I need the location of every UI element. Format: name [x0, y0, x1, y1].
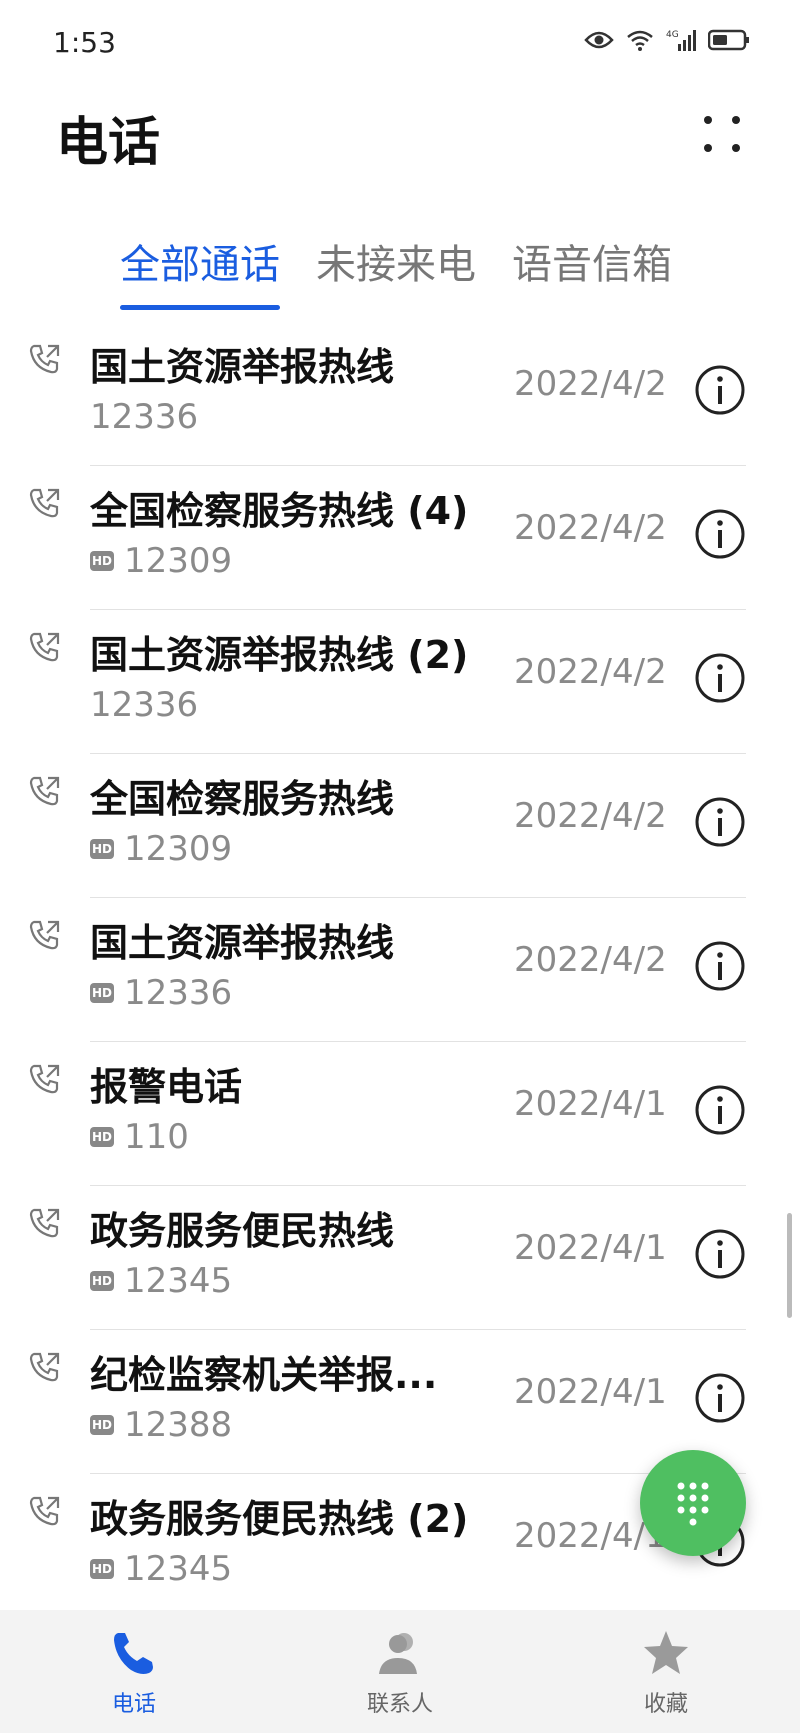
- signal-icon: 4G: [666, 30, 696, 51]
- phone-number: 110: [124, 1117, 189, 1157]
- outgoing-call-icon: [29, 632, 60, 662]
- dialpad-button[interactable]: [640, 1450, 746, 1556]
- nav-item-favorites[interactable]: 收藏: [586, 1628, 746, 1718]
- call-date: 2022/4/2: [514, 364, 667, 404]
- hd-badge-icon: HD: [90, 839, 114, 859]
- phone-icon: [114, 1633, 153, 1674]
- call-log-row[interactable]: 国土资源举报热线 (2) 12336 2022/4/2: [0, 610, 800, 754]
- number-row: HD 12309: [90, 829, 232, 869]
- contact-name: 纪检监察机关举报...: [90, 1353, 438, 1397]
- page-title: 电话: [56, 113, 161, 173]
- number-row: HD 12388: [90, 1405, 232, 1445]
- dialpad-icon: [677, 1482, 709, 1526]
- nav-label-phone: 电话: [111, 1692, 156, 1717]
- outgoing-call-icon: [29, 1496, 60, 1526]
- hd-badge-icon: HD: [90, 551, 114, 571]
- outgoing-call-icon: [29, 1208, 60, 1238]
- contact-name: 报警电话: [90, 1065, 243, 1109]
- phone-number: 12309: [124, 829, 233, 869]
- call-date: 2022/4/1: [514, 1372, 667, 1412]
- contact-name: 政务服务便民热线: [90, 1209, 395, 1253]
- call-log-list: 国土资源举报热线 12336 2022/4/2 全国检察服务热线 (4) HD …: [0, 322, 800, 1618]
- info-icon[interactable]: [694, 1372, 746, 1424]
- nav-item-phone[interactable]: 电话: [54, 1628, 214, 1718]
- number-row: HD 12336: [90, 973, 232, 1013]
- status-icons: 4G: [584, 28, 750, 52]
- contact-name: 政务服务便民热线 (2): [90, 1497, 469, 1541]
- tab-voicemail[interactable]: 语音信箱: [512, 232, 672, 304]
- call-log-row[interactable]: 国土资源举报热线 HD 12336 2022/4/2: [0, 898, 800, 1042]
- status-bar: 1:53 4G: [0, 0, 800, 90]
- outgoing-call-icon: [29, 920, 60, 950]
- outgoing-call-icon: [29, 488, 60, 518]
- scrollbar[interactable]: [787, 1213, 792, 1318]
- call-log-row[interactable]: 全国检察服务热线 HD 12309 2022/4/2: [0, 754, 800, 898]
- wifi-icon: [627, 30, 653, 51]
- number-row: 12336: [90, 397, 198, 437]
- phone-number: 12388: [124, 1405, 233, 1445]
- svg-text:4G: 4G: [666, 30, 679, 40]
- phone-number: 12345: [124, 1261, 233, 1301]
- info-icon[interactable]: [694, 364, 746, 416]
- contact-name: 全国检察服务热线 (4): [90, 489, 469, 533]
- outgoing-call-icon: [29, 344, 60, 374]
- hd-badge-icon: HD: [90, 1127, 114, 1147]
- battery-icon: [708, 29, 749, 51]
- number-row: HD 12309: [90, 541, 232, 581]
- call-log-row[interactable]: 政务服务便民热线 HD 12345 2022/4/1: [0, 1186, 800, 1330]
- info-icon[interactable]: [694, 508, 746, 560]
- eye-icon: [584, 31, 614, 49]
- phone-number: 12336: [90, 685, 199, 725]
- nav-label-contacts: 联系人: [366, 1692, 433, 1717]
- outgoing-call-icon: [29, 776, 60, 806]
- contacts-icon: [379, 1633, 417, 1674]
- outgoing-call-icon: [29, 1064, 60, 1094]
- number-row: HD 110: [90, 1117, 189, 1157]
- hd-badge-icon: HD: [90, 1415, 114, 1435]
- phone-number: 12309: [124, 541, 233, 581]
- contact-name: 全国检察服务热线: [90, 777, 395, 821]
- nav-item-contacts[interactable]: 联系人: [320, 1628, 480, 1718]
- nav-label-favorites: 收藏: [643, 1692, 688, 1717]
- info-icon[interactable]: [694, 652, 746, 704]
- bottom-navigation: 电话 联系人 收藏: [0, 1610, 800, 1733]
- info-icon[interactable]: [694, 940, 746, 992]
- more-dots-icon: [704, 116, 740, 152]
- hd-badge-icon: HD: [90, 983, 114, 1003]
- status-time: 1:53: [53, 26, 116, 59]
- phone-number: 12336: [90, 397, 199, 437]
- outgoing-call-icon: [29, 1352, 60, 1382]
- contact-name: 国土资源举报热线: [90, 921, 395, 965]
- more-options-button[interactable]: [700, 112, 744, 156]
- phone-number: 12345: [124, 1549, 233, 1589]
- call-log-row[interactable]: 报警电话 HD 110 2022/4/1: [0, 1042, 800, 1186]
- number-row: HD 12345: [90, 1261, 232, 1301]
- call-log-row[interactable]: 国土资源举报热线 12336 2022/4/2: [0, 322, 800, 466]
- number-row: HD 12345: [90, 1549, 232, 1589]
- call-date: 2022/4/1: [514, 1084, 667, 1124]
- contact-name: 国土资源举报热线: [90, 345, 395, 389]
- tab-all-calls[interactable]: 全部通话: [120, 232, 280, 310]
- call-date: 2022/4/2: [514, 652, 667, 692]
- hd-badge-icon: HD: [90, 1271, 114, 1291]
- hd-badge-icon: HD: [90, 1559, 114, 1579]
- info-icon[interactable]: [694, 1084, 746, 1136]
- call-date: 2022/4/2: [514, 796, 667, 836]
- tab-missed-calls[interactable]: 未接来电: [316, 232, 476, 304]
- phone-number: 12336: [124, 973, 233, 1013]
- call-log-row[interactable]: 全国检察服务热线 (4) HD 12309 2022/4/2: [0, 466, 800, 610]
- number-row: 12336: [90, 685, 198, 725]
- call-date: 2022/4/1: [514, 1228, 667, 1268]
- info-icon[interactable]: [694, 796, 746, 848]
- call-tabs: 全部通话 未接来电 语音信箱: [120, 232, 672, 310]
- star-icon: [644, 1631, 688, 1674]
- call-date: 2022/4/2: [514, 508, 667, 548]
- contact-name: 国土资源举报热线 (2): [90, 633, 469, 677]
- call-date: 2022/4/2: [514, 940, 667, 980]
- info-icon[interactable]: [694, 1228, 746, 1280]
